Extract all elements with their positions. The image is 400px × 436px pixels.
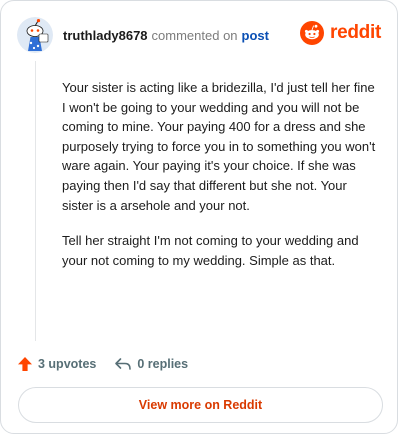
embedded-comment-card: truthlady8678 commented on post reddit Y… <box>0 0 398 434</box>
comment-header: truthlady8678 commented on post <box>17 15 269 55</box>
upvote-count: 3 upvotes <box>38 357 97 371</box>
reply-arrow-icon <box>115 358 132 370</box>
user-avatar[interactable] <box>17 17 53 53</box>
snoo-avatar-icon <box>17 17 53 53</box>
thread-line <box>35 61 36 341</box>
comment-paragraph: Your sister is acting like a bridezilla,… <box>62 80 376 213</box>
comment-meta: truthlady8678 commented on post <box>63 28 269 43</box>
view-more-button[interactable]: View more on Reddit <box>18 387 383 423</box>
comment-actions: 3 upvotes 0 replies <box>17 353 206 375</box>
username-link[interactable]: truthlady8678 <box>63 28 148 43</box>
reddit-snoo-logo-icon <box>300 21 325 45</box>
post-link[interactable]: post <box>242 28 269 43</box>
upvote-arrow-icon <box>18 357 32 371</box>
reddit-brand[interactable]: reddit <box>300 21 381 45</box>
comment-body: Your sister is acting like a bridezilla,… <box>62 78 380 286</box>
reddit-wordmark: reddit <box>330 22 381 43</box>
commented-on-text: commented on <box>151 27 238 43</box>
reply-button[interactable]: 0 replies <box>114 356 188 372</box>
reply-count: 0 replies <box>137 357 189 371</box>
upvote-button[interactable]: 3 upvotes <box>17 356 96 372</box>
comment-paragraph: Tell her straight I'm not coming to your… <box>62 233 359 268</box>
